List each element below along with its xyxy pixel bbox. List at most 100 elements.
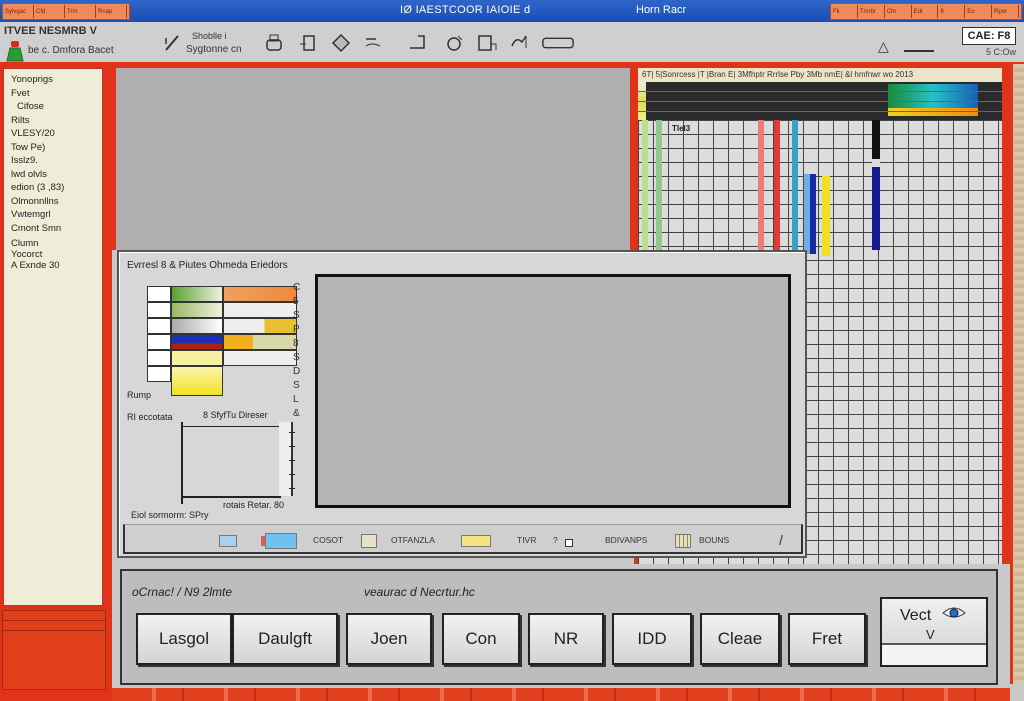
list-item[interactable]: Yonoprigs — [11, 73, 102, 87]
list-item[interactable]: Yocorct — [11, 249, 102, 260]
list-item[interactable]: A Exnde 30 — [11, 260, 102, 271]
title-tab[interactable]: Sylvgac — [5, 5, 34, 18]
vect-button-lower[interactable] — [882, 643, 986, 665]
footer-item-5[interactable]: BOUNS — [699, 531, 729, 549]
chart-icon[interactable] — [474, 30, 500, 56]
toolbar-right-sub: 5 C:Ow — [985, 47, 1016, 57]
preview-area[interactable] — [315, 274, 791, 508]
action-panel: oCrnac! / N9 2lmte veaurac d Necrtur.hc … — [120, 569, 998, 685]
footer-help-icon[interactable]: ? — [553, 531, 558, 549]
eraser-icon[interactable] — [360, 30, 386, 56]
taskbar-strip[interactable] — [112, 688, 1010, 701]
rr-label: RI eccotata — [127, 412, 173, 422]
legend-row[interactable] — [147, 318, 297, 334]
sheet-column-highlight — [774, 120, 780, 250]
sheet-column-highlight — [822, 176, 830, 256]
tools-icon[interactable] — [506, 30, 532, 56]
footer-doc-icon[interactable] — [361, 531, 377, 549]
title-right-tabs: Fk Tmrbr Chr Edr 8 Eo Rpor — [830, 3, 1022, 20]
legend-row[interactable] — [147, 366, 297, 396]
footer-swatch-cyan[interactable] — [261, 531, 297, 549]
nr-button[interactable]: NR — [528, 613, 604, 665]
list-item[interactable]: edion (3 ,83) — [11, 181, 102, 195]
main-canvas[interactable] — [112, 64, 634, 250]
shapes-icon[interactable] — [442, 30, 468, 56]
footer-item-2[interactable]: OTFANZLA — [391, 531, 435, 549]
legend-axis-label: D — [293, 366, 301, 377]
list-item[interactable]: Cmont Smn — [11, 222, 102, 236]
footer-grid-icon[interactable] — [675, 531, 691, 549]
footer-swatch-blue[interactable] — [219, 531, 237, 549]
list-item[interactable]: VLESY/20 — [11, 127, 102, 141]
title-tab[interactable]: Edr — [914, 5, 939, 18]
sheet-column-highlight — [810, 174, 816, 254]
legend-axis-label: L — [293, 394, 299, 405]
left-bottom-panel — [2, 610, 106, 690]
daulgft-button[interactable]: Daulgft — [232, 613, 338, 665]
title-tab[interactable]: 8 — [940, 5, 966, 18]
legend-axis-label: 5 — [293, 296, 299, 307]
legend-axis-label: S — [293, 380, 300, 391]
con-button[interactable]: Con — [442, 613, 520, 665]
sheet-dark-rows — [638, 82, 1002, 120]
footer-handle[interactable] — [565, 539, 573, 547]
list-item[interactable]: Vwtemgrl — [11, 208, 102, 222]
left-panel: Yonoprigs Fvet Cifose Rilts VLESY/20 Tow… — [0, 64, 112, 701]
title-tab[interactable]: Fk — [833, 5, 858, 18]
title-tab[interactable]: Chr — [887, 5, 912, 18]
sheet-cell-label: Tlel3 — [672, 124, 691, 133]
footer-item-1[interactable]: COSOT — [313, 531, 343, 549]
frame-icon[interactable] — [404, 30, 430, 56]
title-tab[interactable]: Rpor — [994, 5, 1020, 18]
paint-bucket-icon[interactable] — [328, 30, 354, 56]
lasgol-button[interactable]: Lasgol — [136, 613, 232, 665]
legend-row[interactable] — [147, 286, 297, 302]
legend-row[interactable] — [147, 350, 297, 366]
print-icon[interactable] — [262, 30, 288, 56]
vect-button[interactable]: Vect V — [880, 597, 988, 667]
idd-button[interactable]: IDD — [612, 613, 692, 665]
mini-chart-value: rotais Retar. 80 — [223, 500, 285, 510]
document-icon[interactable] — [296, 30, 322, 56]
sheet-header: 6T| 5|Sonrcess |T |Bran E| 3Mfhptr Rrrls… — [638, 68, 1002, 82]
mini-chart-scale[interactable] — [279, 422, 295, 496]
list-item[interactable]: lwd olvls — [11, 168, 102, 182]
cleae-button[interactable]: Cleae — [700, 613, 780, 665]
footer-item-3[interactable]: TIVR — [517, 531, 536, 549]
ruler-icon[interactable] — [540, 30, 576, 56]
warning-icon[interactable]: △ — [878, 38, 889, 55]
app-window: Sylvgac Cfd Trm Rnap IØ IAESTCOOR IAIOIE… — [0, 0, 1024, 701]
mini-chart — [181, 422, 281, 504]
toolbar-right-field[interactable]: CAE: F8 — [962, 27, 1016, 45]
sheet-column-highlight — [792, 120, 798, 254]
list-item[interactable]: Tow Pe) — [11, 141, 102, 155]
title-tab[interactable]: Eo — [967, 5, 993, 18]
pen-icon[interactable] — [160, 30, 186, 56]
list-item[interactable]: Rilts — [11, 114, 102, 128]
title-tab[interactable]: Cfd — [36, 5, 65, 18]
bottom-label: Eiol sormorm: SPry — [131, 510, 209, 520]
footer-item-4[interactable]: BDIVANPS — [605, 531, 647, 549]
title-tab[interactable]: Rnap — [98, 5, 127, 18]
toolbar-text-top: Shoblle i — [192, 31, 227, 41]
zoom-slider[interactable] — [904, 50, 934, 52]
list-item[interactable]: Clumn — [11, 238, 102, 249]
list-item[interactable]: Cifose — [11, 100, 102, 114]
legend-row[interactable] — [147, 334, 297, 350]
legend-table — [147, 282, 297, 396]
list-item[interactable]: Olmonnllns — [11, 195, 102, 209]
sheet-scrollbar[interactable] — [1010, 64, 1024, 684]
toolbar: ITVEE NESMRB V be c. Dmfora Bacet Shobll… — [0, 22, 1024, 64]
joen-button[interactable]: Joen — [346, 613, 432, 665]
window-title: IØ IAESTCOOR IAIOIE d — [400, 4, 531, 16]
title-tab[interactable]: Trm — [67, 5, 96, 18]
legend-row[interactable] — [147, 302, 297, 318]
fret-button[interactable]: Fret — [788, 613, 866, 665]
list-item[interactable]: Fvet — [11, 87, 102, 101]
footer-swatch-yellow[interactable] — [461, 531, 491, 549]
footer-resize-icon[interactable]: / — [779, 531, 783, 549]
app-sublabel: be c. Dmfora Bacet — [28, 45, 114, 56]
title-tab[interactable]: Tmrbr — [860, 5, 885, 18]
list-item[interactable]: Isslz9. — [11, 154, 102, 168]
window-title-secondary: Horn Racr — [636, 4, 687, 16]
